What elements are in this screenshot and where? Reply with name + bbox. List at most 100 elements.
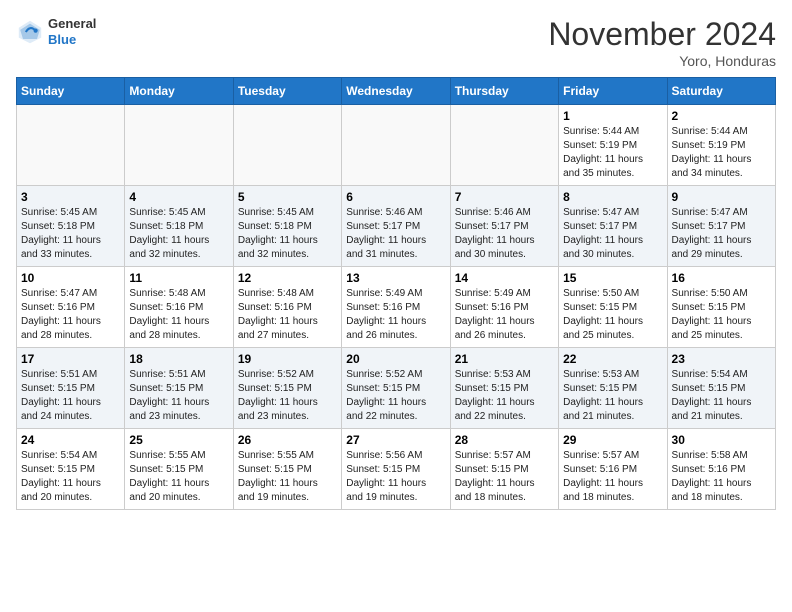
- day-number: 27: [346, 433, 445, 447]
- day-info: Sunrise: 5:54 AM Sunset: 5:15 PM Dayligh…: [21, 449, 120, 505]
- calendar-cell: 7 Sunrise: 5:46 AM Sunset: 5:17 PM Daylig…: [450, 186, 558, 267]
- day-info: Sunrise: 5:56 AM Sunset: 5:15 PM Dayligh…: [346, 449, 445, 505]
- weekday-header: Tuesday: [233, 78, 341, 105]
- calendar-cell: 6 Sunrise: 5:46 AM Sunset: 5:17 PM Daylig…: [342, 186, 450, 267]
- calendar-cell: 14Sunrise: 5:49 AM Sunset: 5:16 PM Dayli…: [450, 267, 558, 348]
- day-info: Sunrise: 5:50 AM Sunset: 5:15 PM Dayligh…: [672, 287, 771, 343]
- day-number: 11: [129, 271, 228, 285]
- day-info: Sunrise: 5:49 AM Sunset: 5:16 PM Dayligh…: [455, 287, 554, 343]
- day-number: 4: [129, 190, 228, 204]
- calendar-cell: 30 Sunrise: 5:58 AM Sunset: 5:16 PM Dayli…: [667, 429, 775, 510]
- calendar-cell: 15 Sunrise: 5:50 AM Sunset: 5:15 PM Dayli…: [559, 267, 667, 348]
- day-info: Sunrise: 5:55 AM Sunset: 5:15 PM Dayligh…: [238, 449, 337, 505]
- calendar-cell: 26 Sunrise: 5:55 AM Sunset: 5:15 PM Dayli…: [233, 429, 341, 510]
- weekday-header: Friday: [559, 78, 667, 105]
- calendar-cell: 18 Sunrise: 5:51 AM Sunset: 5:15 PM Dayli…: [125, 348, 233, 429]
- calendar-cell: 28 Sunrise: 5:57 AM Sunset: 5:15 PM Dayli…: [450, 429, 558, 510]
- calendar-cell: 3Sunrise: 5:45 AM Sunset: 5:18 PM Daylig…: [17, 186, 125, 267]
- day-info: Sunrise: 5:52 AM Sunset: 5:15 PM Dayligh…: [346, 368, 445, 424]
- day-number: 9: [672, 190, 771, 204]
- day-info: Sunrise: 5:47 AM Sunset: 5:17 PM Dayligh…: [563, 206, 662, 262]
- day-number: 24: [21, 433, 120, 447]
- calendar-cell: 2Sunrise: 5:44 AM Sunset: 5:19 PM Daylig…: [667, 105, 775, 186]
- calendar-cell: [125, 105, 233, 186]
- day-info: Sunrise: 5:48 AM Sunset: 5:16 PM Dayligh…: [238, 287, 337, 343]
- weekday-header: Monday: [125, 78, 233, 105]
- day-number: 12: [238, 271, 337, 285]
- day-info: Sunrise: 5:49 AM Sunset: 5:16 PM Dayligh…: [346, 287, 445, 343]
- calendar-cell: [17, 105, 125, 186]
- day-info: Sunrise: 5:53 AM Sunset: 5:15 PM Dayligh…: [455, 368, 554, 424]
- logo-blue: Blue: [48, 32, 96, 48]
- location: Yoro, Honduras: [548, 53, 776, 69]
- day-info: Sunrise: 5:45 AM Sunset: 5:18 PM Dayligh…: [21, 206, 120, 262]
- day-number: 5: [238, 190, 337, 204]
- calendar-week-row: 10 Sunrise: 5:47 AM Sunset: 5:16 PM Dayli…: [17, 267, 776, 348]
- day-number: 20: [346, 352, 445, 366]
- day-number: 26: [238, 433, 337, 447]
- day-number: 23: [672, 352, 771, 366]
- calendar-week-row: 24 Sunrise: 5:54 AM Sunset: 5:15 PM Dayli…: [17, 429, 776, 510]
- day-info: Sunrise: 5:46 AM Sunset: 5:17 PM Dayligh…: [455, 206, 554, 262]
- calendar-cell: 1 Sunrise: 5:44 AM Sunset: 5:19 PM Daylig…: [559, 105, 667, 186]
- calendar-cell: 19 Sunrise: 5:52 AM Sunset: 5:15 PM Dayli…: [233, 348, 341, 429]
- day-info: Sunrise: 5:58 AM Sunset: 5:16 PM Dayligh…: [672, 449, 771, 505]
- calendar-header-row: SundayMondayTuesdayWednesdayThursdayFrid…: [17, 78, 776, 105]
- day-number: 8: [563, 190, 662, 204]
- month-title: November 2024: [548, 16, 776, 53]
- calendar-cell: [342, 105, 450, 186]
- day-info: Sunrise: 5:47 AM Sunset: 5:17 PM Dayligh…: [672, 206, 771, 262]
- page-header: General Blue November 2024 Yoro, Hondura…: [16, 16, 776, 69]
- calendar-cell: 25Sunrise: 5:55 AM Sunset: 5:15 PM Dayli…: [125, 429, 233, 510]
- day-info: Sunrise: 5:51 AM Sunset: 5:15 PM Dayligh…: [21, 368, 120, 424]
- day-info: Sunrise: 5:57 AM Sunset: 5:16 PM Dayligh…: [563, 449, 662, 505]
- day-info: Sunrise: 5:52 AM Sunset: 5:15 PM Dayligh…: [238, 368, 337, 424]
- day-number: 29: [563, 433, 662, 447]
- calendar-cell: 29 Sunrise: 5:57 AM Sunset: 5:16 PM Dayli…: [559, 429, 667, 510]
- calendar-cell: 17 Sunrise: 5:51 AM Sunset: 5:15 PM Dayli…: [17, 348, 125, 429]
- day-number: 21: [455, 352, 554, 366]
- calendar-cell: 23 Sunrise: 5:54 AM Sunset: 5:15 PM Dayli…: [667, 348, 775, 429]
- day-number: 6: [346, 190, 445, 204]
- calendar-cell: 27 Sunrise: 5:56 AM Sunset: 5:15 PM Dayli…: [342, 429, 450, 510]
- day-number: 17: [21, 352, 120, 366]
- day-info: Sunrise: 5:45 AM Sunset: 5:18 PM Dayligh…: [129, 206, 228, 262]
- calendar-week-row: 1 Sunrise: 5:44 AM Sunset: 5:19 PM Daylig…: [17, 105, 776, 186]
- day-info: Sunrise: 5:50 AM Sunset: 5:15 PM Dayligh…: [563, 287, 662, 343]
- day-info: Sunrise: 5:46 AM Sunset: 5:17 PM Dayligh…: [346, 206, 445, 262]
- day-number: 13: [346, 271, 445, 285]
- day-number: 22: [563, 352, 662, 366]
- calendar-cell: [450, 105, 558, 186]
- logo-general: General: [48, 16, 96, 32]
- logo: General Blue: [16, 16, 96, 47]
- calendar-cell: 22 Sunrise: 5:53 AM Sunset: 5:15 PM Dayli…: [559, 348, 667, 429]
- logo-icon: [16, 18, 44, 46]
- day-number: 1: [563, 109, 662, 123]
- day-number: 7: [455, 190, 554, 204]
- day-info: Sunrise: 5:57 AM Sunset: 5:15 PM Dayligh…: [455, 449, 554, 505]
- day-info: Sunrise: 5:44 AM Sunset: 5:19 PM Dayligh…: [563, 125, 662, 181]
- day-number: 15: [563, 271, 662, 285]
- calendar-cell: 9 Sunrise: 5:47 AM Sunset: 5:17 PM Daylig…: [667, 186, 775, 267]
- calendar-cell: 16Sunrise: 5:50 AM Sunset: 5:15 PM Dayli…: [667, 267, 775, 348]
- day-info: Sunrise: 5:51 AM Sunset: 5:15 PM Dayligh…: [129, 368, 228, 424]
- calendar-cell: 5 Sunrise: 5:45 AM Sunset: 5:18 PM Daylig…: [233, 186, 341, 267]
- calendar-cell: 24 Sunrise: 5:54 AM Sunset: 5:15 PM Dayli…: [17, 429, 125, 510]
- day-number: 2: [672, 109, 771, 123]
- calendar-cell: 21 Sunrise: 5:53 AM Sunset: 5:15 PM Dayli…: [450, 348, 558, 429]
- day-number: 18: [129, 352, 228, 366]
- weekday-header: Saturday: [667, 78, 775, 105]
- weekday-header: Thursday: [450, 78, 558, 105]
- day-info: Sunrise: 5:48 AM Sunset: 5:16 PM Dayligh…: [129, 287, 228, 343]
- day-info: Sunrise: 5:53 AM Sunset: 5:15 PM Dayligh…: [563, 368, 662, 424]
- day-info: Sunrise: 5:45 AM Sunset: 5:18 PM Dayligh…: [238, 206, 337, 262]
- day-info: Sunrise: 5:54 AM Sunset: 5:15 PM Dayligh…: [672, 368, 771, 424]
- day-info: Sunrise: 5:47 AM Sunset: 5:16 PM Dayligh…: [21, 287, 120, 343]
- calendar-week-row: 17 Sunrise: 5:51 AM Sunset: 5:15 PM Dayli…: [17, 348, 776, 429]
- day-number: 28: [455, 433, 554, 447]
- calendar-cell: 12 Sunrise: 5:48 AM Sunset: 5:16 PM Dayli…: [233, 267, 341, 348]
- day-number: 30: [672, 433, 771, 447]
- day-number: 19: [238, 352, 337, 366]
- day-number: 10: [21, 271, 120, 285]
- calendar-cell: 8 Sunrise: 5:47 AM Sunset: 5:17 PM Daylig…: [559, 186, 667, 267]
